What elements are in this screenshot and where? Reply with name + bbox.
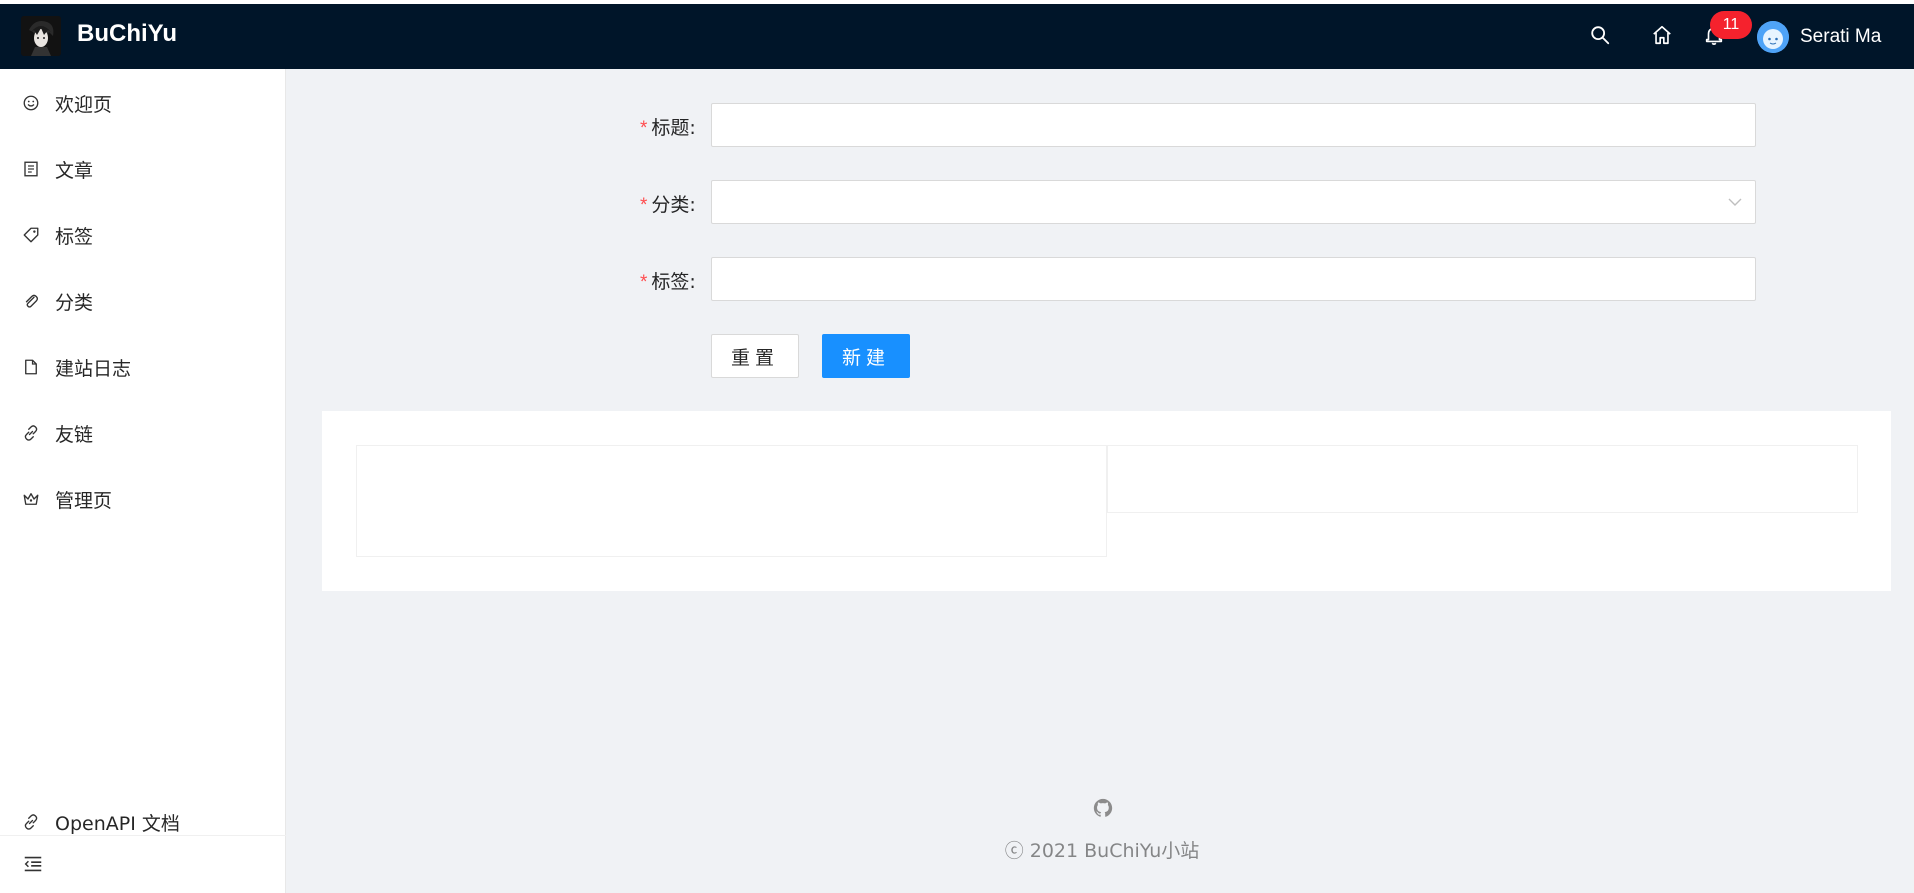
file-icon <box>25 359 37 375</box>
paperclip-icon <box>25 294 39 308</box>
title-input[interactable] <box>711 103 1756 147</box>
smile-icon <box>23 95 39 111</box>
sidebar-item-label: 建站日志 <box>55 357 132 380</box>
home-icon[interactable] <box>1651 24 1673 46</box>
sidebar-item-articles[interactable]: 文章 <box>0 144 286 194</box>
sidebar-item-sitelog[interactable]: 建站日志 <box>0 342 286 392</box>
github-icon[interactable] <box>1092 797 1114 819</box>
article-icon <box>24 161 38 177</box>
sidebar-item-label: 友链 <box>55 423 94 446</box>
sidebar-item-admin[interactable]: 管理页 <box>0 474 286 524</box>
search-icon[interactable] <box>1589 24 1611 46</box>
sidebar-item-label: 分类 <box>55 291 94 314</box>
sidebar-item-tags[interactable]: 标签 <box>0 210 286 260</box>
top-header <box>0 4 1914 69</box>
link-icon <box>24 814 38 830</box>
sidebar-item-label: OpenAPI 文档 <box>55 812 180 835</box>
avatar[interactable] <box>1757 21 1789 53</box>
copyright: ⓒ 2021 BuChiYu小站 <box>1004 840 1200 862</box>
brand-name[interactable]: BuChiYu <box>77 20 177 48</box>
tags-input[interactable] <box>711 257 1756 301</box>
sidebar-item-label: 管理页 <box>55 489 113 512</box>
link-icon <box>24 425 38 441</box>
reset-button[interactable]: 重置 <box>711 334 799 378</box>
chevron-down-icon <box>1728 198 1742 206</box>
username[interactable]: Serati Ma <box>1800 26 1881 48</box>
create-button[interactable]: 新建 <box>822 334 910 378</box>
sidebar-item-label: 文章 <box>55 159 94 182</box>
category-label: * 分类: <box>640 194 696 216</box>
sidebar-item-categories[interactable]: 分类 <box>0 276 286 326</box>
tag-icon <box>23 227 39 243</box>
content-card <box>322 411 1891 591</box>
sidebar: 欢迎页 文章 标签 分类 建站日志 友链 管理页 OpenAPI 文档 <box>0 69 286 893</box>
sidebar-item-label: 欢迎页 <box>55 93 113 116</box>
brand-logo[interactable] <box>21 16 61 56</box>
crown-icon <box>23 493 39 505</box>
category-select[interactable] <box>711 180 1756 224</box>
sidebar-item-label: 标签 <box>55 225 94 248</box>
left-pane <box>356 445 1107 557</box>
sidebar-item-friendlinks[interactable]: 友链 <box>0 408 286 458</box>
title-label: * 标题: <box>640 117 696 139</box>
sidebar-item-welcome[interactable]: 欢迎页 <box>0 78 286 128</box>
tags-label: * 标签: <box>640 271 696 293</box>
right-pane <box>1107 445 1858 513</box>
notification-badge: 11 <box>1710 11 1752 39</box>
